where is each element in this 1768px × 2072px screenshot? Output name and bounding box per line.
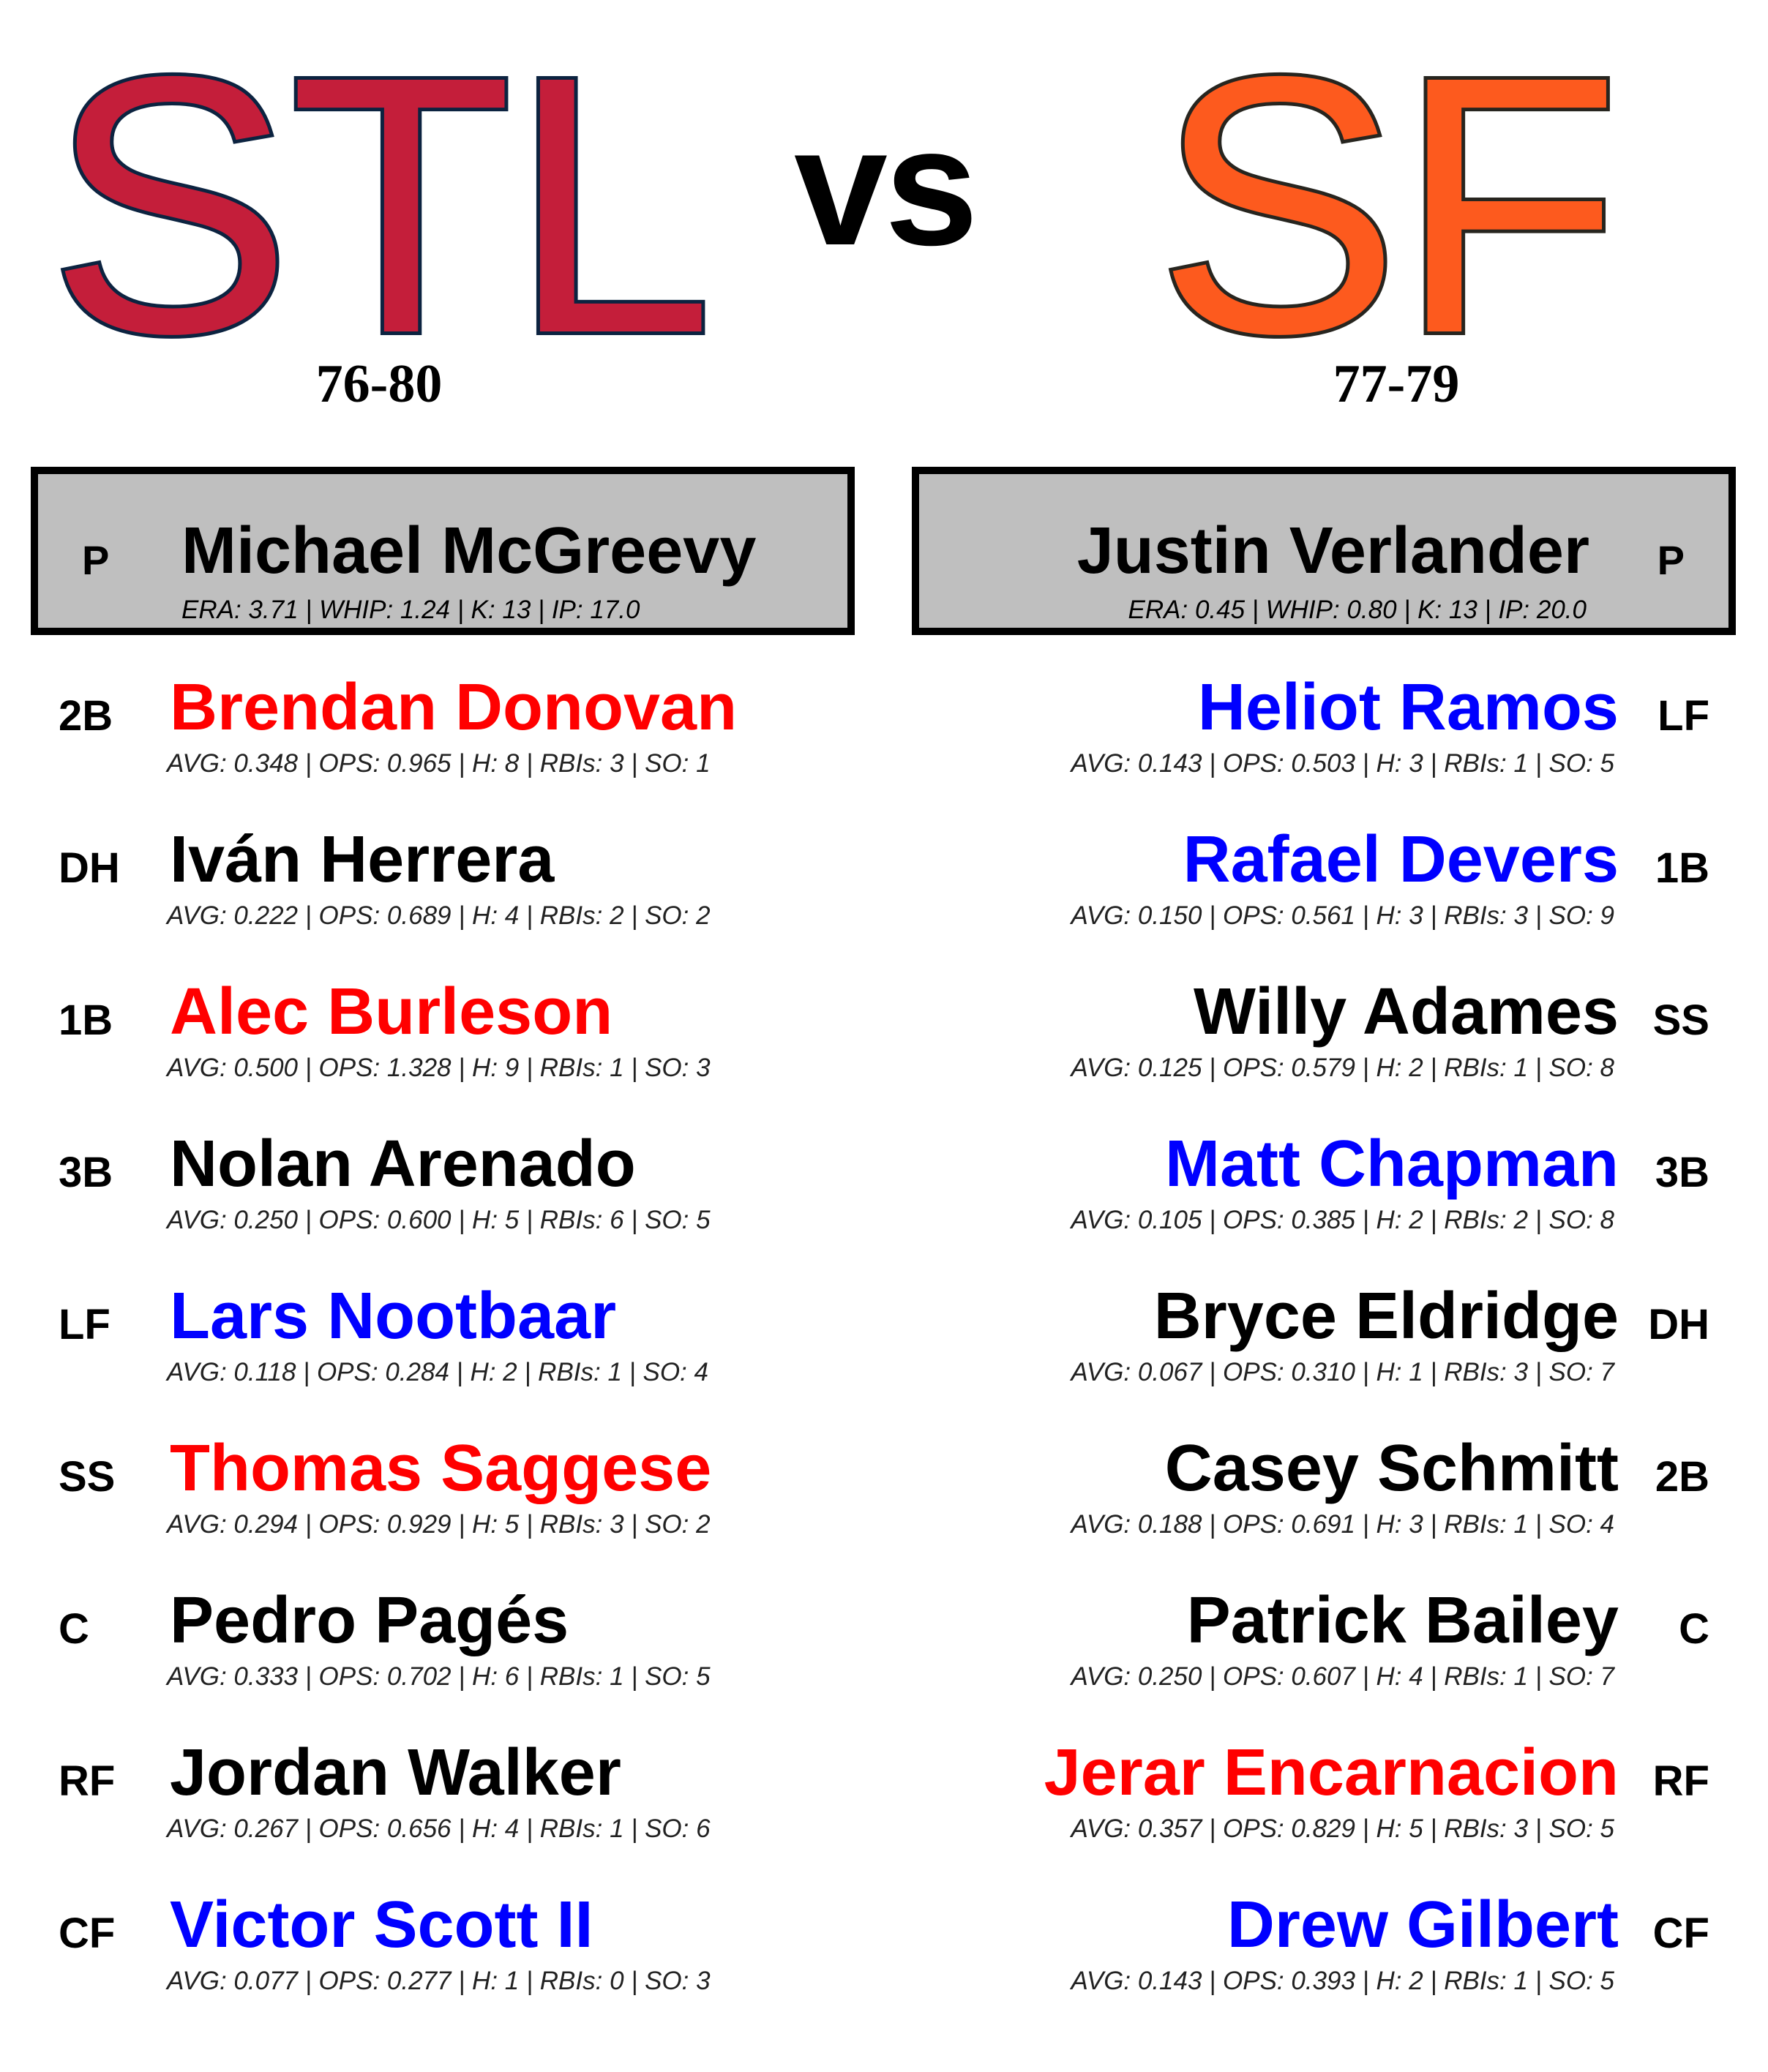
lineup-row: 2B Casey Schmitt AVG: 0.188 | OPS: 0.691 |…	[890, 1425, 1768, 1577]
lineup-row: SS Thomas Saggese AVG: 0.294 | OPS: 0.929 …	[0, 1425, 878, 1577]
batter-name: Patrick Bailey	[1186, 1584, 1619, 1657]
batter-position: 3B	[1655, 1149, 1709, 1196]
batter-position: LF	[1658, 692, 1709, 740]
batter-name: Heliot Ramos	[1197, 671, 1619, 744]
batter-stats: AVG: 0.333 | OPS: 0.702 | H: 6 | RBIs: 1…	[167, 1662, 711, 1691]
batter-position: 1B	[59, 996, 113, 1044]
lineup-row: DH Iván Herrera AVG: 0.222 | OPS: 0.689 | …	[0, 817, 878, 969]
batter-position: 3B	[59, 1149, 113, 1196]
batter-position: 2B	[1655, 1453, 1709, 1501]
home-starting-pitcher-card: P Justin Verlander ERA: 0.45 | WHIP: 0.8…	[912, 467, 1736, 635]
pitcher-stats: ERA: 3.71 | WHIP: 1.24 | K: 13 | IP: 17.…	[181, 596, 640, 624]
batter-stats: AVG: 0.077 | OPS: 0.277 | H: 1 | RBIs: 0…	[167, 1967, 711, 1995]
batter-name: Drew Gilbert	[1226, 1888, 1619, 1962]
lineup-row: RF Jerar Encarnacion AVG: 0.357 | OPS: 0.8…	[890, 1730, 1768, 1882]
pitcher-name: Michael McGreevy	[181, 514, 757, 588]
batter-name: Thomas Saggese	[170, 1432, 712, 1505]
batter-position: LF	[59, 1301, 110, 1348]
batter-stats: AVG: 0.118 | OPS: 0.284 | H: 2 | RBIs: 1…	[167, 1358, 708, 1386]
pitcher-position-label: P	[1657, 537, 1685, 583]
batter-position: RF	[1652, 1757, 1709, 1805]
batter-position: 2B	[59, 692, 113, 740]
lineup-row: CF Drew Gilbert AVG: 0.143 | OPS: 0.393 | …	[890, 1882, 1768, 2034]
lineup-row: CF Victor Scott II AVG: 0.077 | OPS: 0.277…	[0, 1882, 878, 2034]
home-team-abbreviation: SF	[1153, 0, 1625, 409]
batter-name: Bryce Eldridge	[1153, 1280, 1619, 1353]
batter-position: SS	[1652, 996, 1709, 1044]
batter-name: Matt Chapman	[1164, 1127, 1619, 1201]
lineup-row: LF Lars Nootbaar AVG: 0.118 | OPS: 0.284 |…	[0, 1273, 878, 1425]
lineup-row: DH Bryce Eldridge AVG: 0.067 | OPS: 0.310 …	[890, 1273, 1768, 1425]
batter-position: CF	[59, 1910, 116, 1957]
batter-stats: AVG: 0.105 | OPS: 0.385 | H: 2 | RBIs: 2…	[1071, 1206, 1614, 1234]
batter-stats: AVG: 0.348 | OPS: 0.965 | H: 8 | RBIs: 3…	[167, 749, 711, 778]
batter-name: Jerar Encarnacion	[1044, 1736, 1619, 1809]
batter-name: Willy Adames	[1193, 975, 1619, 1048]
batter-stats: AVG: 0.250 | OPS: 0.600 | H: 5 | RBIs: 6…	[167, 1206, 711, 1234]
batter-name: Casey Schmitt	[1164, 1432, 1619, 1505]
pitcher-name: Justin Verlander	[1076, 514, 1589, 588]
batter-name: Iván Herrera	[170, 823, 555, 896]
away-lineup: 2B Brendan Donovan AVG: 0.348 | OPS: 0.965…	[0, 664, 878, 2034]
batter-stats: AVG: 0.067 | OPS: 0.310 | H: 1 | RBIs: 3…	[1071, 1358, 1614, 1386]
batter-name: Jordan Walker	[170, 1736, 621, 1809]
lineup-row: 2B Brendan Donovan AVG: 0.348 | OPS: 0.965…	[0, 664, 878, 817]
batter-stats: AVG: 0.250 | OPS: 0.607 | H: 4 | RBIs: 1…	[1071, 1662, 1614, 1691]
away-team-abbreviation: STL	[45, 0, 717, 409]
batter-stats: AVG: 0.188 | OPS: 0.691 | H: 3 | RBIs: 1…	[1071, 1510, 1614, 1539]
lineup-row: RF Jordan Walker AVG: 0.267 | OPS: 0.656 |…	[0, 1730, 878, 1882]
away-team-record: 76-80	[315, 354, 443, 414]
batter-stats: AVG: 0.294 | OPS: 0.929 | H: 5 | RBIs: 3…	[167, 1510, 711, 1539]
lineup-row: 1B Rafael Devers AVG: 0.150 | OPS: 0.561 |…	[890, 817, 1768, 969]
batter-stats: AVG: 0.222 | OPS: 0.689 | H: 4 | RBIs: 2…	[167, 901, 711, 930]
batter-position: SS	[59, 1453, 116, 1501]
lineup-row: SS Willy Adames AVG: 0.125 | OPS: 0.579 | …	[890, 969, 1768, 1121]
home-team-record: 77-79	[1333, 354, 1460, 414]
pitcher-position-label: P	[82, 537, 110, 583]
batter-name: Pedro Pagés	[170, 1584, 569, 1657]
batter-name: Rafael Devers	[1183, 823, 1619, 896]
batter-position: C	[1679, 1605, 1709, 1653]
batter-stats: AVG: 0.267 | OPS: 0.656 | H: 4 | RBIs: 1…	[167, 1814, 711, 1843]
batter-stats: AVG: 0.125 | OPS: 0.579 | H: 2 | RBIs: 1…	[1071, 1054, 1614, 1082]
batter-position: C	[59, 1605, 89, 1653]
batter-stats: AVG: 0.357 | OPS: 0.829 | H: 5 | RBIs: 3…	[1071, 1814, 1614, 1843]
versus-label: vs	[794, 92, 978, 280]
lineup-row: 1B Alec Burleson AVG: 0.500 | OPS: 1.328 |…	[0, 969, 878, 1121]
batter-position: CF	[1652, 1910, 1709, 1957]
batter-stats: AVG: 0.143 | OPS: 0.393 | H: 2 | RBIs: 1…	[1071, 1967, 1614, 1995]
away-starting-pitcher-card: P Michael McGreevy ERA: 3.71 | WHIP: 1.2…	[31, 467, 855, 635]
lineup-row: 3B Nolan Arenado AVG: 0.250 | OPS: 0.600 |…	[0, 1121, 878, 1273]
home-lineup: LF Heliot Ramos AVG: 0.143 | OPS: 0.503 | …	[890, 664, 1768, 2034]
batter-position: DH	[1648, 1301, 1709, 1348]
batter-stats: AVG: 0.500 | OPS: 1.328 | H: 9 | RBIs: 1…	[167, 1054, 711, 1082]
batter-name: Nolan Arenado	[170, 1127, 636, 1201]
lineup-row: C Pedro Pagés AVG: 0.333 | OPS: 0.702 | H:…	[0, 1577, 878, 1730]
batter-stats: AVG: 0.150 | OPS: 0.561 | H: 3 | RBIs: 3…	[1071, 901, 1614, 930]
batter-name: Lars Nootbaar	[170, 1280, 617, 1353]
batter-name: Brendan Donovan	[170, 671, 738, 744]
pitcher-stats: ERA: 0.45 | WHIP: 0.80 | K: 13 | IP: 20.…	[1128, 596, 1587, 624]
batter-position: RF	[59, 1757, 116, 1805]
batter-position: 1B	[1655, 844, 1709, 892]
batter-name: Alec Burleson	[170, 975, 613, 1048]
lineup-row: C Patrick Bailey AVG: 0.250 | OPS: 0.607 |…	[890, 1577, 1768, 1730]
batter-stats: AVG: 0.143 | OPS: 0.503 | H: 3 | RBIs: 1…	[1071, 749, 1614, 778]
lineup-row: 3B Matt Chapman AVG: 0.105 | OPS: 0.385 | …	[890, 1121, 1768, 1273]
lineup-row: LF Heliot Ramos AVG: 0.143 | OPS: 0.503 | …	[890, 664, 1768, 817]
batter-position: DH	[59, 844, 120, 892]
batter-name: Victor Scott II	[170, 1888, 593, 1962]
